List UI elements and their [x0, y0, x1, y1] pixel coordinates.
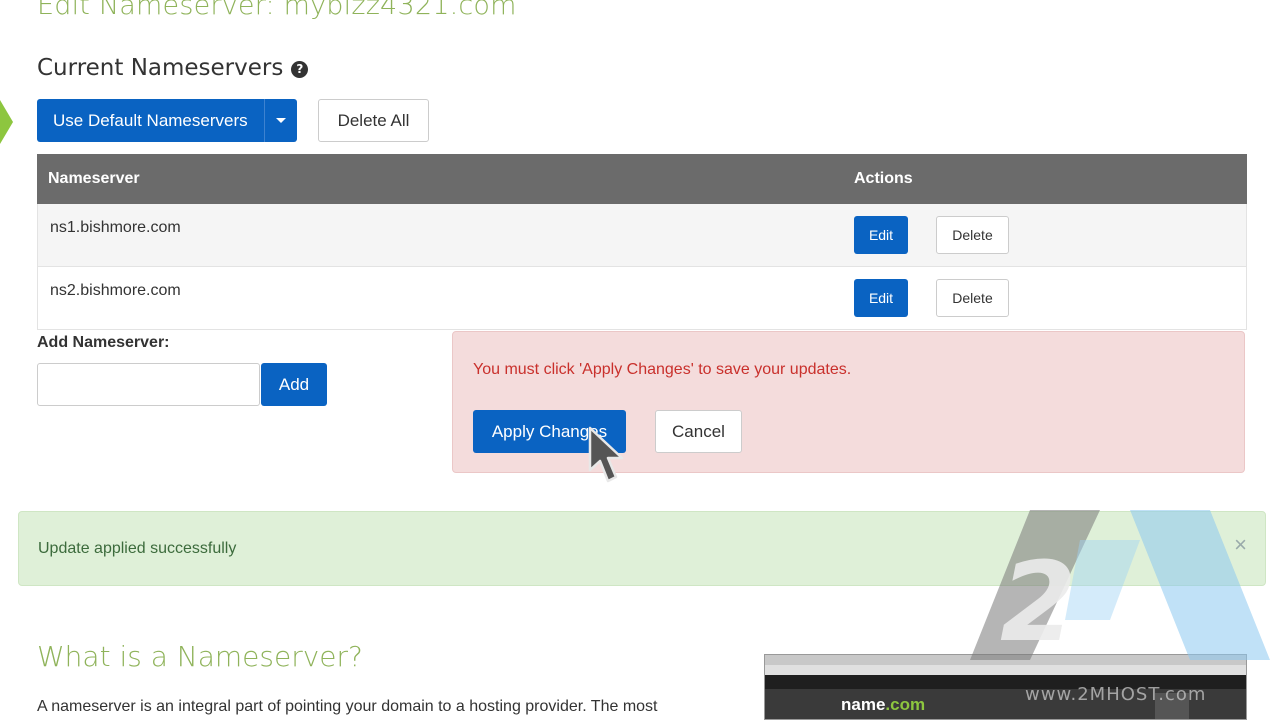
- header-actions: Actions: [854, 170, 913, 187]
- success-message: Update applied successfully: [38, 540, 237, 557]
- watermark-logo-mark: 2: [1000, 538, 1077, 666]
- table-header: Nameserver Actions: [37, 154, 1247, 204]
- watermark-logo-icon: 2: [970, 510, 1270, 666]
- cancel-button[interactable]: Cancel: [655, 410, 742, 453]
- add-nameserver-input[interactable]: [37, 363, 260, 406]
- step-arrow-icon: [0, 100, 13, 144]
- logo-part-tld: .com: [885, 695, 926, 714]
- add-button[interactable]: Add: [261, 363, 327, 406]
- dropdown-toggle[interactable]: [265, 99, 297, 142]
- section-heading-label: Current Nameservers: [37, 55, 284, 81]
- watermark-text: www.2MHOST.com: [1025, 684, 1207, 705]
- thumbnail-logo: name.com: [841, 695, 925, 715]
- nameserver-value: ns2.bishmore.com: [50, 282, 181, 299]
- delete-button[interactable]: Delete: [936, 279, 1009, 317]
- delete-all-button[interactable]: Delete All: [318, 99, 429, 142]
- use-default-label[interactable]: Use Default Nameservers: [37, 99, 265, 142]
- what-is-nameserver-heading: What is a Nameserver?: [37, 640, 363, 673]
- add-nameserver-label: Add Nameserver:: [37, 334, 170, 351]
- nameserver-value: ns1.bishmore.com: [50, 219, 181, 236]
- caret-down-icon: [275, 118, 286, 123]
- page-title: Edit Nameserver: mybizz4321.com: [37, 0, 517, 21]
- header-nameserver: Nameserver: [48, 170, 140, 187]
- alert-message: You must click 'Apply Changes' to save y…: [473, 361, 852, 378]
- delete-button[interactable]: Delete: [936, 216, 1009, 254]
- mouse-cursor-icon: [588, 426, 624, 483]
- use-default-nameservers-button[interactable]: Use Default Nameservers: [37, 99, 297, 142]
- what-is-nameserver-text: A nameserver is an integral part of poin…: [37, 698, 658, 715]
- edit-button[interactable]: Edit: [854, 279, 908, 317]
- apply-changes-alert: You must click 'Apply Changes' to save y…: [452, 331, 1245, 473]
- table-row: ns2.bishmore.com Edit Delete: [37, 267, 1247, 330]
- logo-part-name: name: [841, 695, 886, 714]
- nameserver-table: Nameserver Actions ns1.bishmore.com Edit…: [37, 154, 1247, 330]
- question-circle-icon[interactable]: ?: [291, 60, 309, 78]
- current-nameservers-heading: Current Nameservers ?: [37, 55, 309, 81]
- edit-button[interactable]: Edit: [854, 216, 908, 254]
- table-row: ns1.bishmore.com Edit Delete: [37, 204, 1247, 267]
